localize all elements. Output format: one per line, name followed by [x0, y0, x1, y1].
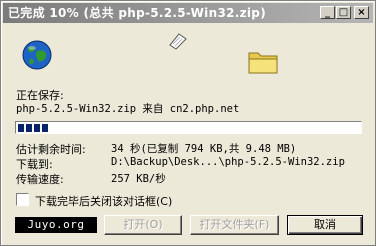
watermark-logo: Juyo.org — [15, 217, 97, 233]
close-on-complete-label[interactable]: 下载完毕后关闭该对话框(C) — [35, 193, 172, 209]
transfer-rate-label: 传输速度: — [16, 173, 64, 186]
close-on-complete-checkbox[interactable] — [16, 193, 29, 206]
flying-document-icon — [169, 33, 187, 50]
download-dialog: 已完成 10% (总共 php-5.2.5-Win32.zip) _ □ × 正… — [0, 0, 376, 246]
minimize-button[interactable]: _ — [320, 6, 335, 19]
open-button[interactable]: 打开(O) — [104, 215, 182, 235]
download-to-value: D:\Backup\Desk...\php-5.2.5-Win32.zip — [111, 156, 345, 168]
window-title: 已完成 10% (总共 php-5.2.5-Win32.zip) — [8, 6, 266, 20]
time-left-value: 34 秒(已复制 794 KB,共 9.48 MB) — [111, 143, 297, 155]
progress-fill — [18, 124, 50, 132]
cancel-button[interactable]: 取消 — [287, 215, 363, 235]
transfer-rate-value: 257 KB/秒 — [111, 173, 166, 185]
close-button[interactable]: × — [354, 6, 369, 19]
globe-icon — [22, 40, 52, 70]
progress-segment — [34, 124, 40, 132]
folder-icon — [248, 52, 278, 74]
progress-segment — [18, 124, 24, 132]
progress-segment — [26, 124, 32, 132]
time-left-label: 估计剩余时间: — [16, 143, 86, 156]
maximize-button[interactable]: □ — [336, 6, 351, 19]
file-source-text: php-5.2.5-Win32.zip 来自 cn2.php.net — [16, 103, 240, 115]
title-bar[interactable]: 已完成 10% (总共 php-5.2.5-Win32.zip) _ □ × — [3, 3, 373, 23]
progress-segment — [42, 124, 48, 132]
download-to-label: 下载到: — [16, 158, 53, 171]
download-progress-bar — [15, 121, 362, 134]
open-folder-button[interactable]: 打开文件夹(F) — [190, 215, 279, 235]
